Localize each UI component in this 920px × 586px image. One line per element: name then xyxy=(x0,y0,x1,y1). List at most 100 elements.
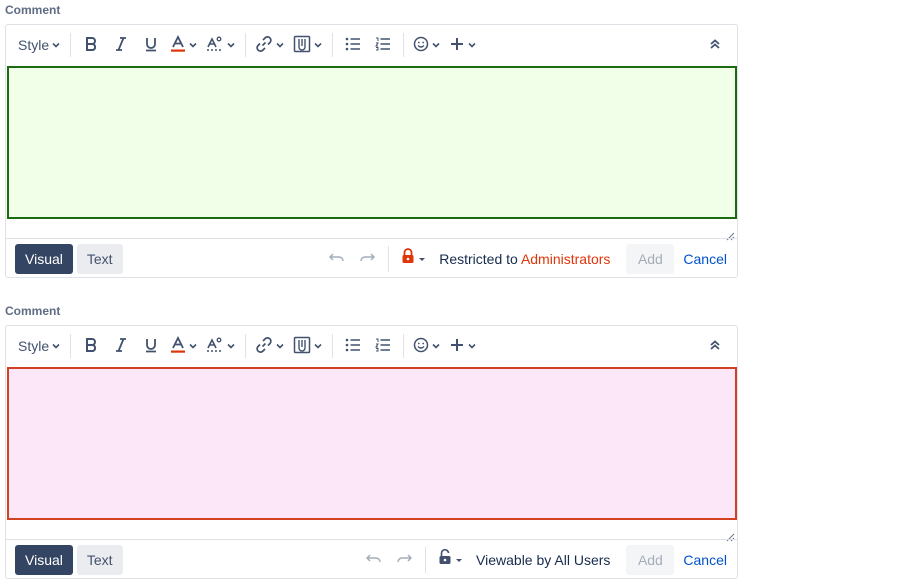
insert-more-button[interactable] xyxy=(445,31,481,59)
chevron-down-icon xyxy=(431,341,441,351)
italic-button[interactable] xyxy=(106,332,136,360)
insert-more-icon xyxy=(449,337,465,356)
underline-icon xyxy=(144,337,158,356)
attachment-button[interactable] xyxy=(289,31,327,59)
editor-frame: Style xyxy=(5,325,738,579)
text-color-button[interactable] xyxy=(166,332,202,360)
chevron-down-icon xyxy=(188,40,198,50)
text-mode-tab[interactable]: Text xyxy=(76,544,123,575)
numbered-list-icon xyxy=(375,338,391,355)
comment-textarea[interactable] xyxy=(7,66,737,219)
editor-footer: Visual Text Viewable by All Users Add Ca… xyxy=(6,539,737,579)
bullet-list-button[interactable] xyxy=(338,31,368,59)
redo-button[interactable] xyxy=(352,245,382,273)
bullet-list-button[interactable] xyxy=(338,332,368,360)
footer-separator xyxy=(388,245,390,272)
style-label: Style xyxy=(18,338,50,354)
insert-more-icon xyxy=(449,36,465,55)
comment-editor-1: Comment Style Visual Text Restricted to … xyxy=(5,0,738,278)
emoji-button[interactable] xyxy=(409,332,445,360)
italic-button[interactable] xyxy=(106,31,136,59)
attachment-icon xyxy=(293,35,311,56)
unlock-icon xyxy=(438,548,452,570)
toolbar-separator xyxy=(70,334,72,358)
undo-icon xyxy=(329,250,345,268)
chevron-down-icon xyxy=(188,341,198,351)
cancel-link[interactable]: Cancel xyxy=(683,552,727,568)
restriction-prefix: Viewable by All Users xyxy=(476,551,611,568)
collapse-toolbar-icon xyxy=(709,338,721,354)
visual-mode-tab[interactable]: Visual xyxy=(15,544,73,575)
chevron-down-icon xyxy=(313,40,323,50)
chevron-down-icon xyxy=(226,341,236,351)
text-color-icon xyxy=(170,335,186,357)
bold-icon xyxy=(84,36,98,55)
undo-button[interactable] xyxy=(359,546,389,574)
link-button[interactable] xyxy=(251,332,289,360)
undo-button[interactable] xyxy=(322,245,352,273)
chevron-down-icon xyxy=(467,341,477,351)
redo-icon xyxy=(396,551,413,569)
resize-handle-icon[interactable] xyxy=(725,228,735,241)
attachment-button[interactable] xyxy=(289,332,327,360)
toolbar-separator xyxy=(332,33,334,57)
insert-more-button[interactable] xyxy=(445,332,481,360)
restriction-group[interactable]: Administrators xyxy=(521,251,610,267)
attachment-icon xyxy=(293,336,311,357)
toolbar-separator xyxy=(245,33,247,57)
italic-icon xyxy=(114,337,128,356)
bold-icon xyxy=(84,337,98,356)
lock-icon xyxy=(401,248,415,269)
undo-icon xyxy=(365,551,382,569)
add-button[interactable]: Add xyxy=(626,243,675,274)
cancel-link[interactable]: Cancel xyxy=(683,251,727,267)
bold-button[interactable] xyxy=(76,332,106,360)
link-button[interactable] xyxy=(251,31,289,59)
restrictions-button[interactable] xyxy=(432,546,470,574)
numbered-list-icon xyxy=(375,37,391,54)
emoji-button[interactable] xyxy=(409,31,445,59)
comment-textarea[interactable] xyxy=(7,367,737,520)
collapse-toolbar-button[interactable] xyxy=(705,31,725,59)
chevron-down-icon xyxy=(275,341,285,351)
underline-button[interactable] xyxy=(136,332,166,360)
text-effects-icon xyxy=(206,35,224,56)
text-color-icon xyxy=(170,34,186,56)
text-effects-button[interactable] xyxy=(202,332,240,360)
style-dropdown[interactable]: Style xyxy=(14,31,65,59)
bullet-list-icon xyxy=(345,338,361,355)
comment-editor-2: Comment Style Visual Text Viewable by Al… xyxy=(5,301,738,579)
italic-icon xyxy=(114,36,128,55)
editor-frame: Style xyxy=(5,24,738,278)
visual-mode-tab[interactable]: Visual xyxy=(15,243,73,274)
toolbar-separator xyxy=(403,334,405,358)
link-icon xyxy=(255,336,273,357)
editor-toolbar: Style xyxy=(6,326,737,366)
editor-footer: Visual Text Restricted to Administrators… xyxy=(6,238,737,278)
chevron-down-icon xyxy=(226,40,236,50)
underline-button[interactable] xyxy=(136,31,166,59)
bold-button[interactable] xyxy=(76,31,106,59)
text-mode-tab[interactable]: Text xyxy=(76,243,123,274)
resize-handle-icon[interactable] xyxy=(725,529,735,542)
toolbar-separator xyxy=(70,33,72,57)
chevron-down-icon xyxy=(467,40,477,50)
collapse-toolbar-button[interactable] xyxy=(705,332,725,360)
restrictions-button[interactable] xyxy=(395,245,433,273)
chevron-down-icon xyxy=(51,40,61,50)
redo-button[interactable] xyxy=(389,546,419,574)
add-button[interactable]: Add xyxy=(626,544,675,575)
restriction-prefix: Restricted to xyxy=(439,250,518,267)
restriction-text: Restricted to Administrators xyxy=(439,251,610,267)
text-effects-icon xyxy=(206,336,224,357)
caret-down-icon xyxy=(454,555,464,565)
text-color-button[interactable] xyxy=(166,31,202,59)
text-effects-button[interactable] xyxy=(202,31,240,59)
comment-label: Comment xyxy=(5,3,61,17)
style-dropdown[interactable]: Style xyxy=(14,332,65,360)
numbered-list-button[interactable] xyxy=(368,332,398,360)
restriction-text: Viewable by All Users xyxy=(476,552,610,568)
footer-separator xyxy=(425,546,427,573)
numbered-list-button[interactable] xyxy=(368,31,398,59)
style-label: Style xyxy=(18,37,50,53)
